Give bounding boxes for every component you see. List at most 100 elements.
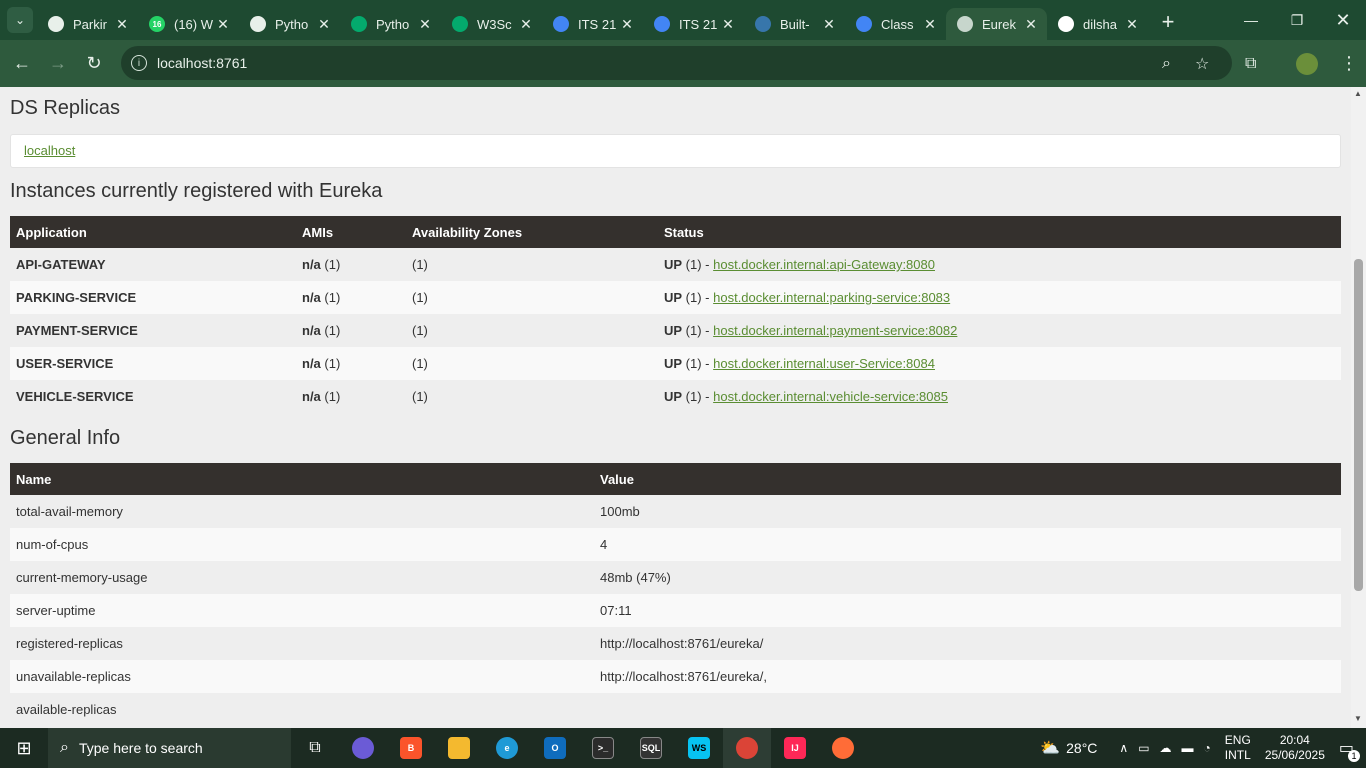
browser-tab[interactable]: ITS 21 ✕	[643, 8, 744, 40]
address-url[interactable]: localhost:8761	[157, 55, 247, 71]
tab-title: Parkir	[73, 16, 107, 32]
col-value: Value	[594, 463, 1341, 495]
tab-close-icon[interactable]: ✕	[417, 16, 433, 33]
info-value: http://localhost:8761/eureka/,	[594, 660, 1341, 693]
tab-close-icon[interactable]: ✕	[1023, 16, 1039, 33]
instance-link[interactable]: host.docker.internal:parking-service:808…	[713, 290, 950, 305]
zoom-icon[interactable]: ⌕	[1162, 40, 1171, 87]
minimize-button[interactable]: ―	[1228, 0, 1274, 40]
ami-count: (1)	[320, 257, 341, 272]
edge-icon[interactable]: e	[483, 728, 531, 768]
tab-close-icon[interactable]: ✕	[518, 16, 534, 33]
scroll-down-icon[interactable]: ▼	[1354, 714, 1362, 723]
webstorm-icon[interactable]: WS	[675, 728, 723, 768]
wifi-icon[interactable]: ◔	[1204, 741, 1211, 755]
back-button[interactable]: ←	[4, 46, 40, 82]
weather-temp[interactable]: 28°C	[1066, 740, 1097, 756]
browser-tab[interactable]: ITS 21 ✕	[542, 8, 643, 40]
info-value: http://localhost:8761/eureka/	[594, 627, 1341, 660]
tab-close-icon[interactable]: ✕	[1124, 16, 1140, 33]
general-info-row: registered-replicas http://localhost:8761…	[10, 627, 1341, 660]
general-info-row: unavailable-replicas http://localhost:876…	[10, 660, 1341, 693]
tab-title: dilsha	[1083, 16, 1117, 32]
intellij-icon[interactable]: IJ	[771, 728, 819, 768]
tray-icon[interactable]: ▭	[1138, 741, 1149, 755]
browser-tab[interactable]: Eurek ✕	[946, 8, 1047, 40]
tab-close-icon[interactable]: ✕	[316, 16, 332, 33]
ami-count: (1)	[320, 356, 341, 371]
tab-close-icon[interactable]: ✕	[215, 16, 231, 33]
page-scrollbar[interactable]: ▲ ▼	[1351, 87, 1366, 728]
browser-tab[interactable]: Pytho ✕	[340, 8, 441, 40]
tab-list: Parkir ✕ 16 (16) W ✕ Pytho ✕ Pytho ✕ W3Sc ✕ ITS 21 ✕…	[37, 0, 1148, 40]
copilot-icon[interactable]	[339, 728, 387, 768]
col-application: Application	[10, 216, 296, 248]
tab-search-button[interactable]: ⌄	[7, 7, 33, 33]
tab-close-icon[interactable]: ✕	[922, 16, 938, 33]
col-availability-zones: Availability Zones	[406, 216, 658, 248]
instance-zones: (1)	[406, 347, 658, 380]
weather-icon[interactable]: ⛅	[1040, 738, 1060, 758]
extensions-icon[interactable]: ⧉	[1245, 40, 1256, 87]
col-amis: AMIs	[296, 216, 406, 248]
postman-icon[interactable]	[819, 728, 867, 768]
language-indicator[interactable]: ENG INTL	[1225, 733, 1251, 763]
clock[interactable]: 20:04 25/06/2025	[1265, 733, 1325, 763]
new-tab-button[interactable]: +	[1154, 8, 1182, 36]
lang-top: ENG	[1224, 733, 1251, 747]
taskbar-search[interactable]: ⌕ Type here to search	[48, 728, 291, 768]
browser-tab[interactable]: Pytho ✕	[239, 8, 340, 40]
bookmark-star-icon[interactable]: ☆	[1195, 40, 1209, 87]
instance-link[interactable]: host.docker.internal:payment-service:808…	[713, 323, 957, 338]
browser-tab[interactable]: Built- ✕	[744, 8, 845, 40]
chrome-icon[interactable]	[723, 728, 771, 768]
instance-row: API-GATEWAY n/a (1) (1) UP (1) - host.docke…	[10, 248, 1341, 281]
notification-icon[interactable]: ▭ 1	[1339, 738, 1360, 762]
reload-button[interactable]: ↻	[76, 46, 112, 82]
scroll-up-icon[interactable]: ▲	[1354, 89, 1362, 98]
info-value: 100mb	[594, 495, 1341, 528]
scrollbar-thumb[interactable]	[1354, 259, 1363, 591]
instance-link[interactable]: host.docker.internal:api-Gateway:8080	[713, 257, 935, 272]
instance-link[interactable]: host.docker.internal:vehicle-service:808…	[713, 389, 948, 404]
avatar[interactable]	[1296, 52, 1318, 75]
zone-count: (1)	[412, 290, 428, 305]
brave-icon[interactable]: B	[387, 728, 435, 768]
openai-icon	[48, 16, 64, 32]
onedrive-icon[interactable]: ☁	[1160, 741, 1172, 755]
site-info-icon[interactable]: i	[131, 55, 147, 71]
maximize-button[interactable]: ❐	[1274, 0, 1320, 40]
ds-replica-link[interactable]: localhost	[24, 143, 75, 158]
tab-close-icon[interactable]: ✕	[114, 16, 130, 33]
forward-button[interactable]: →	[40, 46, 76, 82]
profile-avatar[interactable]	[1296, 40, 1318, 87]
instance-row: USER-SERVICE n/a (1) (1) UP (1) - host.dock…	[10, 347, 1341, 380]
info-name: registered-replicas	[10, 627, 594, 660]
whatsapp-icon: 16	[149, 16, 165, 32]
tab-title: W3Sc	[477, 16, 512, 32]
browser-tab[interactable]: W3Sc ✕	[441, 8, 542, 40]
address-bar[interactable]: i localhost:8761	[121, 46, 1232, 80]
instance-zones: (1)	[406, 380, 658, 413]
tab-close-icon[interactable]: ✕	[821, 16, 837, 33]
instance-link[interactable]: host.docker.internal:user-Service:8084	[713, 356, 935, 371]
task-view-icon[interactable]: ⧉	[291, 728, 339, 768]
outlook-icon[interactable]: O	[531, 728, 579, 768]
battery-icon[interactable]: ▬	[1182, 741, 1194, 755]
tab-close-icon[interactable]: ✕	[619, 16, 635, 33]
start-button[interactable]: ⊞	[0, 728, 48, 768]
close-window-button[interactable]: ✕	[1320, 0, 1366, 40]
browser-tab[interactable]: 16 (16) W ✕	[138, 8, 239, 40]
tab-strip: ⌄ Parkir ✕ 16 (16) W ✕ Pytho ✕ Pytho ✕ W3Sc ✕ ITS 2…	[0, 0, 1366, 40]
page-content: DS Replicas localhost Instances currentl…	[0, 87, 1351, 728]
file-explorer-icon[interactable]	[435, 728, 483, 768]
browser-tab[interactable]: Class ✕	[845, 8, 946, 40]
info-name: unavailable-replicas	[10, 660, 594, 693]
browser-tab[interactable]: dilsha ✕	[1047, 8, 1148, 40]
chevron-up-icon[interactable]: ∧	[1119, 741, 1128, 755]
browser-menu-icon[interactable]: ⋮	[1340, 40, 1358, 87]
tab-close-icon[interactable]: ✕	[720, 16, 736, 33]
mysql-workbench-icon[interactable]: SQL	[627, 728, 675, 768]
terminal-icon[interactable]: >_	[579, 728, 627, 768]
browser-tab[interactable]: Parkir ✕	[37, 8, 138, 40]
